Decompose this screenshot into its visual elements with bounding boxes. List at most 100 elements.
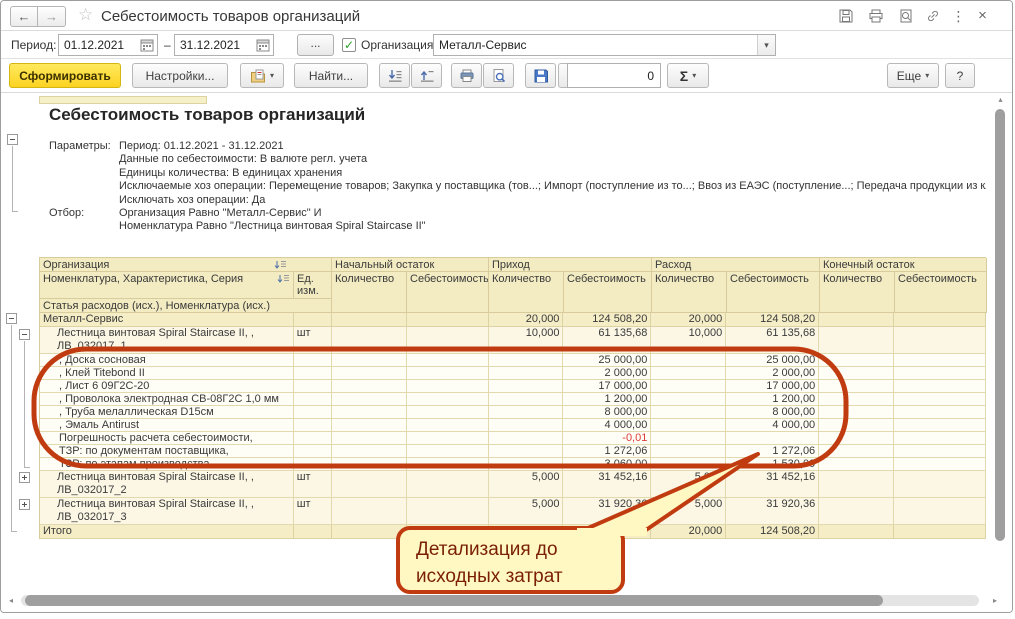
header-expense-article[interactable]: Статья расходов (исх.), Номенклатура (ис… <box>40 299 332 313</box>
table-row[interactable]: , Труба мелаллическая D15см8 000,008 000… <box>40 406 986 419</box>
header-qty[interactable]: Количество <box>652 272 727 313</box>
header-nomenclature[interactable]: Номенклатура, Характеристика, Серия <box>40 272 294 299</box>
table-row[interactable]: Итого20,000124 508,2020,000124 508,20 <box>40 525 986 539</box>
table-cell <box>294 445 332 458</box>
print-icon[interactable] <box>867 8 884 25</box>
table-cell <box>294 406 332 419</box>
calendar-icon[interactable] <box>140 38 154 52</box>
table-cell: Металл-Сервис <box>40 313 294 327</box>
header-qty[interactable]: Количество <box>489 272 564 313</box>
generate-button[interactable]: Сформировать <box>9 63 121 88</box>
table-row[interactable]: , Проволока электродная СВ-08Г2С 1,0 мм1… <box>40 393 986 406</box>
table-cell <box>894 498 986 525</box>
organization-combo[interactable]: Металл-Сервис ▾ <box>433 34 776 56</box>
header-begin-balance[interactable]: Начальный остаток <box>332 258 489 272</box>
chevron-down-icon[interactable]: ▾ <box>757 35 775 55</box>
table-cell <box>819 406 894 419</box>
table-row[interactable]: Металл-Сервис20,000124 508,2020,000124 5… <box>40 313 986 327</box>
header-qty[interactable]: Количество <box>332 272 407 313</box>
params-lines: Период: 01.12.2021 - 31.12.2021 Данные п… <box>119 140 986 207</box>
more-menu-icon[interactable]: ⋮ <box>950 8 967 25</box>
table-cell <box>894 419 986 432</box>
save-result-button[interactable] <box>525 63 556 88</box>
table-row[interactable]: Лестница винтовая Spiral Staircase II, ,… <box>40 327 986 354</box>
vertical-scrollbar[interactable]: ▴ <box>993 95 1008 592</box>
expand-groups-icon <box>419 68 435 84</box>
table-row[interactable]: ТЗР: по этапам производства,3 060,001 53… <box>40 458 986 471</box>
scroll-right-icon[interactable]: ▸ <box>993 596 997 605</box>
table-cell <box>332 498 407 525</box>
table-row[interactable]: ТЗР: по документам поставщика,1 272,061 … <box>40 445 986 458</box>
table-cell: шт <box>294 471 332 498</box>
back-button[interactable]: ← <box>10 6 38 27</box>
header-qty[interactable]: Количество <box>820 272 895 313</box>
report-variants-button[interactable]: ▾ <box>240 63 284 88</box>
save-icon[interactable] <box>837 8 854 25</box>
expand-item-group-button[interactable] <box>19 472 30 483</box>
table-cell <box>489 406 564 419</box>
header-unit[interactable]: Ед. изм. <box>294 272 332 299</box>
table-cell <box>294 367 332 380</box>
find-button[interactable]: Найти... <box>294 63 368 88</box>
table-cell <box>819 458 894 471</box>
table-cell: 2 000,00 <box>726 367 819 380</box>
print-button[interactable] <box>451 63 482 88</box>
table-row[interactable]: Лестница винтовая Spiral Staircase II, ,… <box>40 471 986 498</box>
sort-icon[interactable] <box>274 260 287 272</box>
table-row[interactable]: Погрешность расчета себестоимости,-0,01 <box>40 432 986 445</box>
period-dash: – <box>164 38 171 52</box>
table-cell <box>651 406 726 419</box>
favorite-star-icon[interactable]: ☆ <box>78 5 93 25</box>
header-org[interactable]: Организация <box>40 258 332 272</box>
scroll-left-icon[interactable]: ◂ <box>9 596 13 605</box>
table-row[interactable]: Лестница винтовая Spiral Staircase II, ,… <box>40 498 986 525</box>
table-row[interactable]: , Лист 6 09Г2С-2017 000,0017 000,00 <box>40 380 986 393</box>
date-to-field[interactable]: 31.12.2021 <box>174 34 274 56</box>
date-from-field[interactable]: 01.12.2021 <box>58 34 158 56</box>
table-row[interactable]: , Клей Titebond II2 000,002 000,00 <box>40 367 986 380</box>
table-cell: 5,000 <box>489 498 564 525</box>
expand-item-group-button[interactable] <box>19 499 30 510</box>
table-cell <box>651 380 726 393</box>
collapse-groups-button[interactable] <box>379 63 410 88</box>
organization-checkbox[interactable]: ✓ <box>342 38 356 52</box>
horizontal-scroll-thumb[interactable] <box>25 595 883 606</box>
help-button[interactable]: ? <box>945 63 975 88</box>
header-cost[interactable]: Себестоимость <box>895 272 987 313</box>
sum-indicator-field[interactable]: 0 <box>567 63 661 88</box>
header-end-balance[interactable]: Конечный остаток <box>820 258 987 272</box>
print-preview-button[interactable] <box>483 63 514 88</box>
horizontal-scrollbar[interactable]: ◂ ▸ <box>1 594 1011 608</box>
vertical-scroll-thumb[interactable] <box>995 109 1005 541</box>
expand-groups-button[interactable] <box>411 63 442 88</box>
table-cell: 31 452,16 <box>563 471 651 498</box>
preview-icon[interactable] <box>897 8 914 25</box>
collapse-item-group-button[interactable] <box>19 329 30 340</box>
autosum-button[interactable]: Σ ▾ <box>667 63 709 88</box>
sort-icon[interactable] <box>277 274 290 287</box>
table-cell <box>819 432 894 445</box>
collapse-header-group-button[interactable] <box>7 134 18 145</box>
collapse-org-group-button[interactable] <box>6 313 17 324</box>
table-cell <box>651 367 726 380</box>
table-cell <box>894 458 986 471</box>
scroll-up-icon[interactable]: ▴ <box>993 95 1008 107</box>
close-icon[interactable]: × <box>974 8 991 25</box>
link-icon[interactable] <box>924 8 941 25</box>
header-cost[interactable]: Себестоимость <box>564 272 652 313</box>
table-row[interactable]: , Доска сосновая25 000,0025 000,00 <box>40 354 986 367</box>
table-cell <box>489 432 564 445</box>
table-cell: Погрешность расчета себестоимости, <box>40 432 294 445</box>
forward-button[interactable]: → <box>38 6 66 27</box>
header-cost[interactable]: Себестоимость <box>727 272 820 313</box>
more-actions-button[interactable]: Еще▾ <box>887 63 939 88</box>
table-cell <box>407 327 489 354</box>
settings-button[interactable]: Настройки... <box>132 63 228 88</box>
table-cell <box>407 458 489 471</box>
header-expense[interactable]: Расход <box>652 258 820 272</box>
table-row[interactable]: , Эмаль Antirust4 000,004 000,00 <box>40 419 986 432</box>
header-cost[interactable]: Себестоимость <box>407 272 489 313</box>
calendar-icon[interactable] <box>256 38 270 52</box>
header-income[interactable]: Приход <box>489 258 652 272</box>
period-more-button[interactable]: ... <box>297 34 334 56</box>
